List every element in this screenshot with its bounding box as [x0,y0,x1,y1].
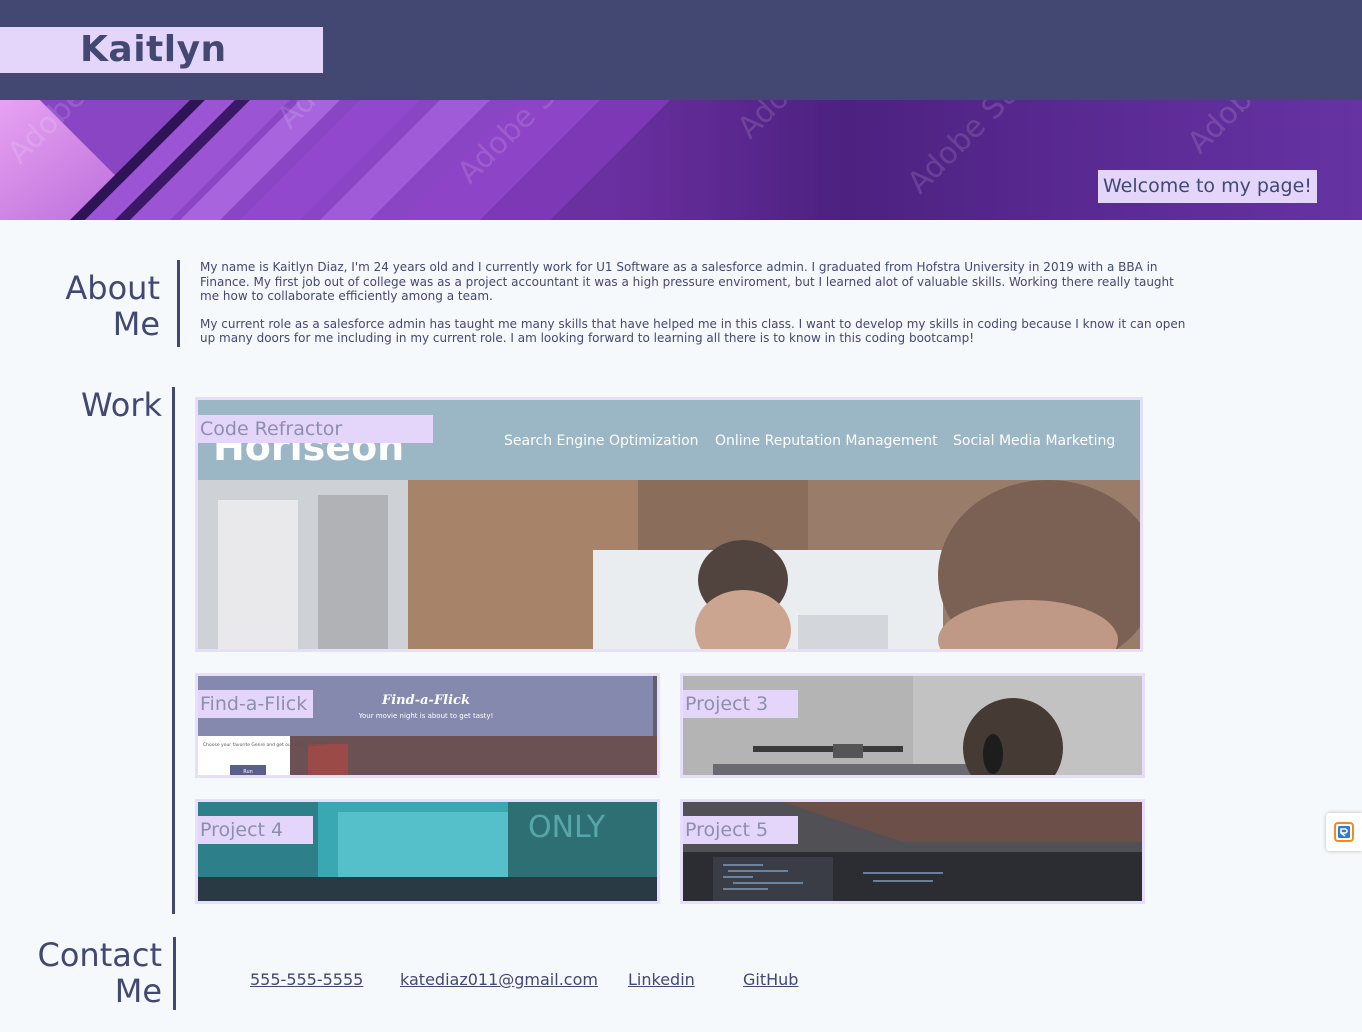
about-heading-line1: About [65,269,160,307]
work-heading: Work [80,386,162,424]
project-label: Code Refractor [198,415,433,443]
watermark-text: Adobe Stock [901,100,1059,201]
contact-links: 555-555-5555 katediaz011@gmail.com Linke… [0,968,1362,992]
project-card-project-4[interactable]: ONLY Project 4 [195,799,660,904]
github-link[interactable]: GitHub [743,968,798,992]
linkedin-link[interactable]: Linkedin [628,968,695,992]
screenshot-button: Run [243,769,253,775]
phone-link[interactable]: 555-555-5555 [250,968,363,992]
work-divider [172,387,175,914]
extension-badge[interactable] [1326,813,1362,851]
r-logo-icon [1334,822,1354,842]
decorative-sign: ONLY [528,810,606,845]
about-divider [177,260,180,347]
email-link[interactable]: katediaz011@gmail.com [400,968,598,992]
screenshot-subtitle: Your movie night is about to get tasty! [358,712,494,720]
project-label: Project 5 [683,816,798,844]
about-paragraph: My current role as a salesforce admin ha… [200,316,1186,346]
project-card-find-a-flick[interactable]: Find-a-Flick Your movie night is about t… [195,673,660,778]
watermark-text: Adobe Stock [1181,100,1339,161]
about-heading-line2: Me [112,305,160,343]
site-title: Kaitlyn Diaz [0,27,323,116]
site-header: Kaitlyn Diaz [0,0,1362,116]
screenshot-title: Find-a-Flick [381,693,470,708]
project-card-project-3[interactable]: Project 3 [680,673,1145,778]
project-label: Project 4 [198,816,313,844]
about-paragraph: My name is Kaitlyn Diaz, I'm 24 years ol… [200,260,1174,303]
about-text: My name is Kaitlyn Diaz, I'm 24 years ol… [200,260,1190,359]
project-label: Find-a-Flick [198,690,313,718]
project-label: Project 3 [683,690,798,718]
project-card-project-5[interactable]: Project 5 [680,799,1145,904]
screenshot-prompt: Choose your favorite Genre and get out s… [203,742,330,748]
about-heading: About Me [40,270,160,342]
watermark-text: Adobe Stock [731,100,889,146]
welcome-banner: Welcome to my page! [1098,170,1317,203]
project-card-code-refractor[interactable]: Horiseon Search Engine Optimization Onli… [195,397,1143,652]
